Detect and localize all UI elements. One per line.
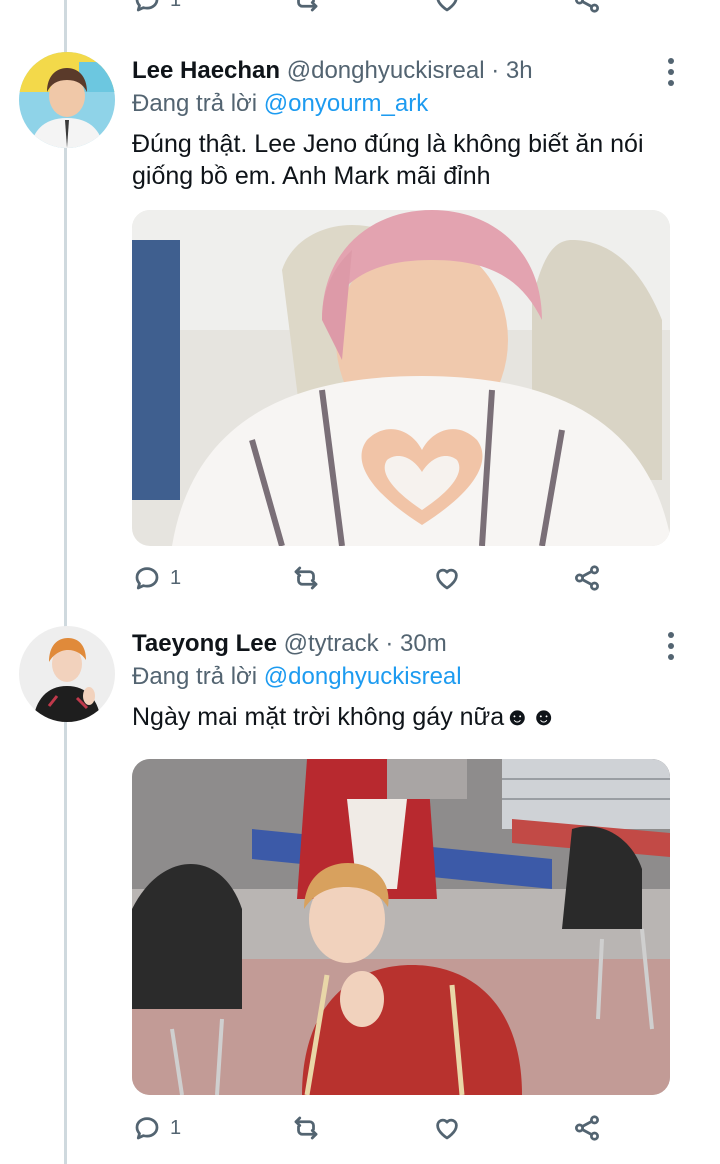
user-handle[interactable]: @donghyuckisreal — [287, 57, 485, 84]
tweet-text: Ngày mai mặt trời không gáy nữa☻☻ — [132, 703, 557, 731]
more-options-button[interactable] — [666, 58, 676, 86]
more-options-button[interactable] — [666, 632, 676, 660]
like-icon — [436, 0, 458, 12]
separator-dot: · — [491, 57, 500, 84]
like-button[interactable] — [432, 1110, 462, 1146]
share-icon — [574, 565, 599, 591]
reply-count: 1 — [170, 1116, 182, 1139]
timestamp[interactable]: 30m — [400, 630, 447, 657]
reply-button[interactable]: 1 — [132, 0, 181, 18]
retweet-button[interactable] — [291, 1110, 321, 1146]
tweet-body: Lee Haechan @donghyuckisreal · 3h Đang t… — [132, 56, 692, 192]
retweet-icon — [295, 1116, 318, 1140]
photo — [132, 210, 670, 546]
action-bar: 1 — [132, 560, 602, 596]
share-button[interactable] — [572, 560, 602, 596]
tweet-header: Taeyong Lee @tytrack · 30m — [132, 629, 692, 659]
like-button[interactable] — [432, 560, 462, 596]
separator-dot: · — [385, 630, 394, 657]
thread-line — [64, 0, 67, 1164]
share-button[interactable] — [572, 0, 602, 18]
mention-link[interactable]: @donghyuckisreal — [264, 663, 462, 690]
like-icon — [435, 1118, 458, 1140]
reply-button[interactable]: 1 — [132, 560, 181, 596]
more-icon — [668, 58, 674, 64]
reply-button[interactable]: 1 — [132, 1110, 181, 1146]
tweet-media-image[interactable] — [132, 759, 670, 1095]
share-button[interactable] — [572, 1110, 602, 1146]
retweet-icon — [297, 0, 318, 12]
user-handle[interactable]: @tytrack — [284, 630, 379, 657]
like-button[interactable] — [432, 0, 462, 18]
display-name[interactable]: Taeyong Lee — [132, 630, 277, 657]
tweet-body: Taeyong Lee @tytrack · 30m Đang trả lời … — [132, 629, 692, 733]
display-name[interactable]: Lee Haechan — [132, 57, 280, 84]
retweet-button[interactable] — [291, 560, 321, 596]
share-icon — [574, 1115, 599, 1141]
tweet-text: Đúng thật. Lee Jeno đúng là không biết ă… — [132, 130, 644, 190]
photo — [132, 759, 670, 1095]
replying-to-label: Đang trả lời — [132, 663, 258, 690]
more-icon — [668, 632, 674, 638]
like-icon — [435, 568, 458, 590]
tweet-media-image[interactable] — [132, 210, 670, 546]
share-icon — [574, 0, 599, 13]
replying-to: Đang trả lời @onyourm_ark — [132, 88, 692, 120]
action-bar-previous: 1 — [132, 0, 602, 18]
retweet-icon — [295, 566, 318, 590]
retweet-button[interactable] — [291, 0, 321, 18]
reply-count: 1 — [170, 566, 182, 589]
replying-to-label: Đang trả lời — [132, 90, 258, 117]
avatar[interactable] — [19, 626, 115, 722]
replying-to: Đang trả lời @donghyuckisreal — [132, 661, 692, 693]
mention-link[interactable]: @onyourm_ark — [264, 90, 428, 117]
avatar[interactable] — [19, 52, 115, 148]
reply-icon — [135, 0, 159, 12]
reply-icon — [135, 567, 159, 590]
timestamp[interactable]: 3h — [506, 57, 533, 84]
reply-count: 1 — [170, 0, 181, 12]
reply-icon — [135, 1117, 159, 1140]
action-bar: 1 — [132, 1110, 602, 1146]
tweet-header: Lee Haechan @donghyuckisreal · 3h — [132, 56, 692, 86]
